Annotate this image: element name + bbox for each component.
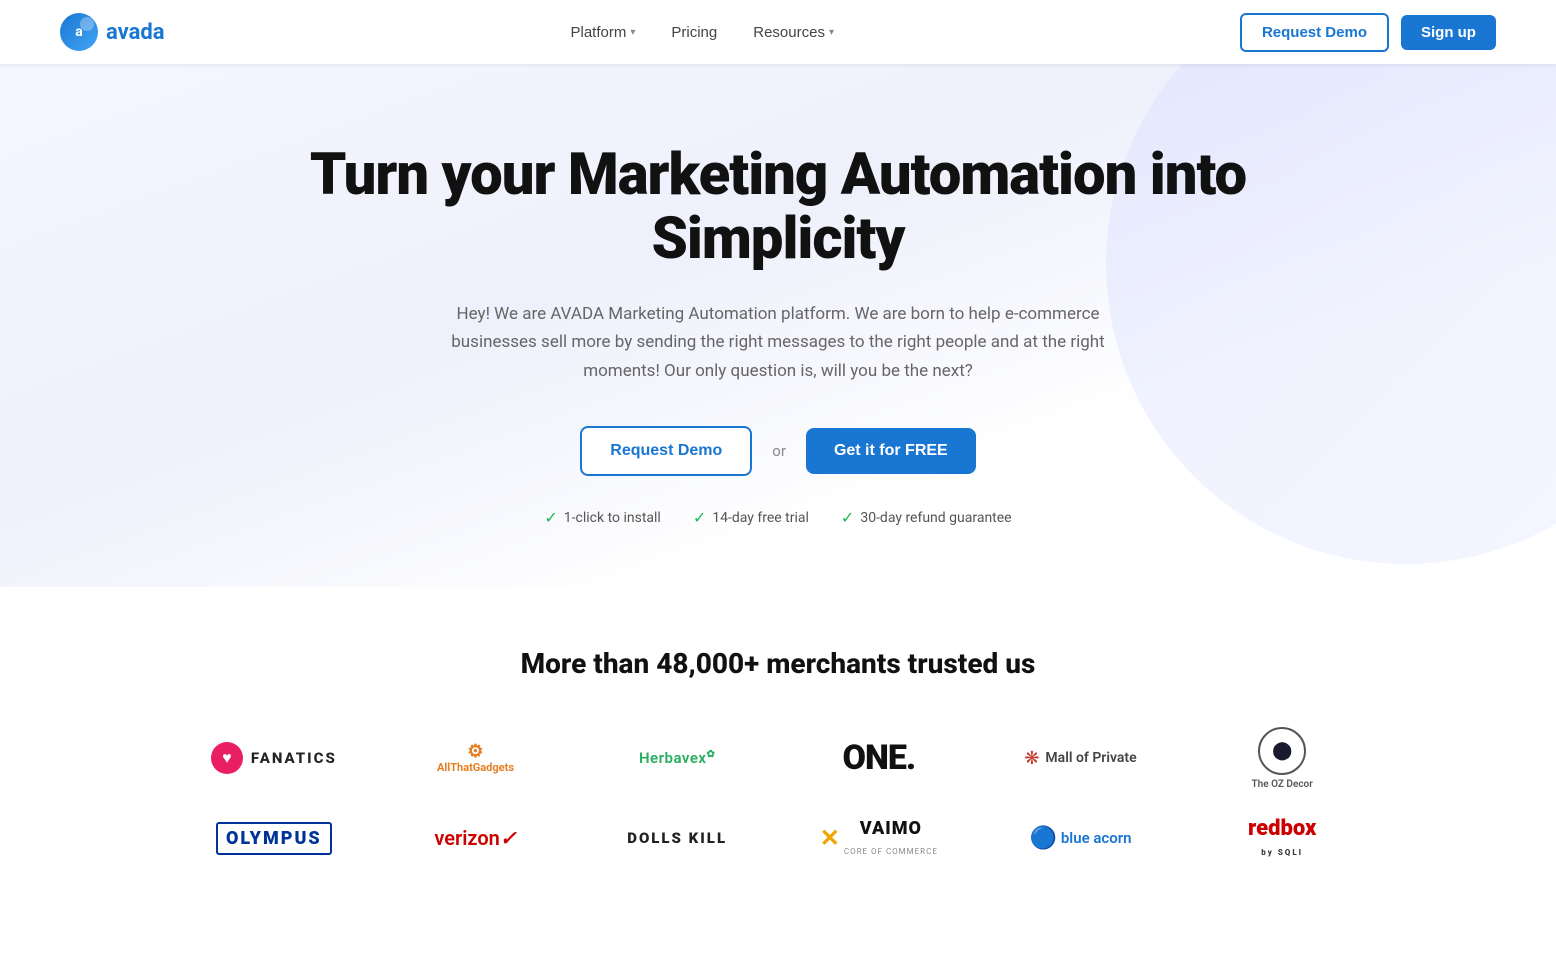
navbar: a avada Platform ▾ Pricing Resources ▾ R… [0,0,1556,64]
logo-blueacorn: 🔵 blue acorn [1019,808,1141,868]
logo-redbox: redbox by SQLI [1238,808,1326,868]
nav-platform[interactable]: Platform ▾ [557,16,650,49]
chevron-down-icon: ▾ [630,27,635,38]
fanatics-heart-icon: ♥ [211,742,243,774]
nav-links: Platform ▾ Pricing Resources ▾ [557,16,848,49]
logo-ozdecor: ⬤ The OZ Decor [1242,728,1323,788]
check-icon: ✓ [544,508,557,527]
hero-badge-refund: ✓ 30-day refund guarantee [841,508,1012,527]
logo-mallprivate: ❋ Mall of Private [1014,728,1146,788]
logo-text: avada [106,20,165,45]
hero-title: Turn your Marketing Automation into Simp… [228,144,1328,272]
logo-dollskill: DOLLS KILL [617,808,737,868]
nav-pricing[interactable]: Pricing [657,16,731,49]
trusted-section: More than 48,000+ merchants trusted us ♥… [0,587,1556,908]
logo-allgadgets: ⚙ AllThatGadgets [427,728,524,788]
hero-demo-button[interactable]: Request Demo [580,426,752,476]
trusted-title: More than 48,000+ merchants trusted us [40,647,1516,680]
hero-badge-trial: ✓ 14-day free trial [693,508,809,527]
logo-olympus: OLYMPUS [206,808,342,868]
hero-content: Turn your Marketing Automation into Simp… [228,144,1328,527]
chevron-down-icon: ▾ [829,27,834,38]
nav-cta: Request Demo Sign up [1240,13,1496,52]
logo-herbavex: Herbavex✿ [629,728,725,788]
logo-verizon: verizon✓ [424,808,526,868]
hero-buttons: Request Demo or Get it for FREE [228,426,1328,476]
logo-one: ONE. [832,728,925,788]
check-icon: ✓ [841,508,854,527]
check-icon: ✓ [693,508,706,527]
logo-letter: a [75,24,83,40]
hero-badge-install: ✓ 1-click to install [544,508,660,527]
ozdecor-circle-icon: ⬤ [1258,727,1306,775]
logo-grid-row1: ♥ FANATICS ⚙ AllThatGadgets Herbavex✿ ON… [178,728,1378,868]
request-demo-button[interactable]: Request Demo [1240,13,1389,52]
hero-free-button[interactable]: Get it for FREE [806,428,976,474]
logo-icon: a [60,13,98,51]
logo[interactable]: a avada [60,13,165,51]
sign-up-button[interactable]: Sign up [1401,15,1496,50]
hero-badges: ✓ 1-click to install ✓ 14-day free trial… [228,508,1328,527]
hero-subtitle: Hey! We are AVADA Marketing Automation p… [438,300,1118,387]
nav-resources[interactable]: Resources ▾ [739,16,848,49]
hero-or-text: or [772,442,786,460]
hero-section: Turn your Marketing Automation into Simp… [0,64,1556,587]
logo-fanatics: ♥ FANATICS [201,728,347,788]
logo-vaimo: ✕ VAIMO CORE OF COMMERCE [810,808,948,868]
